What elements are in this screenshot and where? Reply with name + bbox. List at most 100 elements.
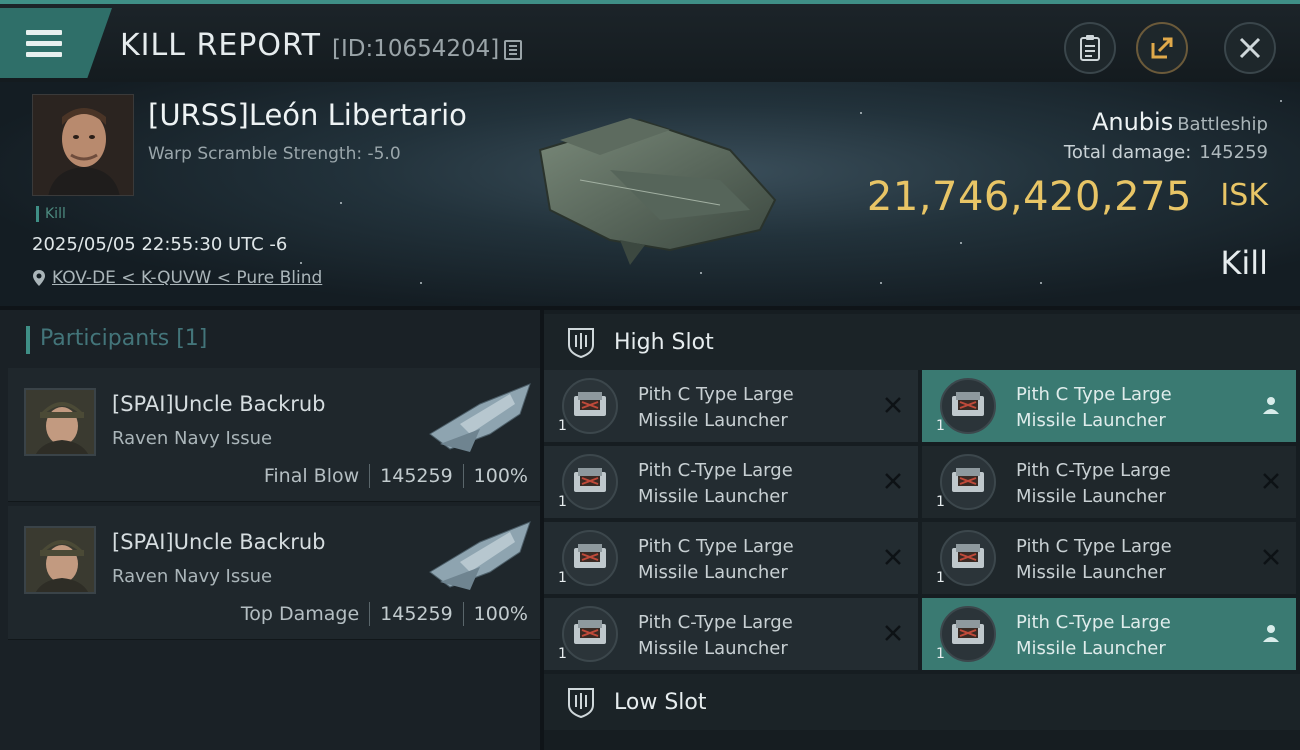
hamburger-menu-icon <box>26 30 62 58</box>
low-slot-icon <box>568 688 594 719</box>
module-quantity: 1 <box>936 646 945 662</box>
participant-row[interactable]: [SPAI]Uncle Backrub Raven Navy Issue Top… <box>8 506 540 640</box>
warp-scramble-strength: Warp Scramble Strength: -5.0 <box>148 144 401 164</box>
module-item[interactable]: 1 Pith C Type Large Missile Launcher <box>922 522 1296 594</box>
clipboard-button[interactable] <box>1064 22 1116 74</box>
missile-launcher-icon <box>562 378 618 434</box>
participant-name[interactable]: [SPAI]Uncle Backrub <box>112 530 326 554</box>
participant-role: Top Damage <box>240 603 360 625</box>
close-icon <box>885 397 901 413</box>
participant-ship-image <box>429 521 531 590</box>
kill-report-id: [ID:10654204] <box>332 36 500 62</box>
close-icon <box>885 549 901 565</box>
participant-stats: Final Blow 145259 100% <box>264 464 528 488</box>
missile-launcher-icon <box>940 606 996 662</box>
module-quantity: 1 <box>558 418 567 434</box>
kill-location[interactable]: KOV-DE < K-QUVW < Pure Blind <box>32 268 322 288</box>
copy-icon[interactable] <box>504 40 522 60</box>
module-quantity: 1 <box>558 646 567 662</box>
close-icon <box>1263 549 1279 565</box>
module-name-line1: Pith C Type Large <box>638 384 794 405</box>
isk-value: 21,746,420,275 <box>866 174 1192 220</box>
close-button[interactable] <box>1224 22 1276 74</box>
module-name-line1: Pith C Type Large <box>1016 384 1172 405</box>
module-name-line1: Pith C Type Large <box>638 536 794 557</box>
victim-portrait[interactable] <box>32 94 134 196</box>
module-item[interactable]: 1 Pith C-Type Large Missile Launcher <box>922 598 1296 670</box>
module-quantity: 1 <box>936 570 945 586</box>
ship-name[interactable]: Anubis <box>1092 108 1173 136</box>
module-quantity: 1 <box>558 494 567 510</box>
module-name: Pith C-Type Large Missile Launcher <box>1016 610 1246 662</box>
missile-launcher-icon <box>562 606 618 662</box>
module-name-line1: Pith C Type Large <box>1016 536 1172 557</box>
total-damage: Total damage: 145259 <box>1064 142 1268 163</box>
participant-row[interactable]: [SPAI]Uncle Backrub Raven Navy Issue Fin… <box>8 368 540 502</box>
participant-percent: 100% <box>473 465 528 487</box>
module-name-line1: Pith C-Type Large <box>638 460 793 481</box>
participant-avatar <box>24 526 96 594</box>
share-icon <box>1151 37 1173 59</box>
menu-button[interactable] <box>0 8 112 78</box>
kill-tag: Kill <box>36 206 66 222</box>
module-name-line2: Missile Launcher <box>1016 562 1166 583</box>
module-quantity: 1 <box>936 494 945 510</box>
participants-panel: Participants [1] [SPAI]Uncle Backrub Rav… <box>0 310 540 750</box>
module-item[interactable]: 1 Pith C Type Large Missile Launcher <box>922 370 1296 442</box>
module-item[interactable]: 1 Pith C-Type Large Missile Launcher <box>544 598 918 670</box>
participant-stats: Top Damage 145259 100% <box>241 602 528 626</box>
isk-unit: ISK <box>1220 178 1268 213</box>
participant-damage: 145259 <box>380 603 453 625</box>
module-name-line2: Missile Launcher <box>1016 410 1166 431</box>
module-name-line1: Pith C-Type Large <box>1016 460 1171 481</box>
module-name: Pith C-Type Large Missile Launcher <box>638 458 868 510</box>
victim-ship-image <box>538 118 777 265</box>
close-icon <box>1263 473 1279 489</box>
title-bar: KILL REPORT [ID:10654204] <box>0 0 1300 82</box>
module-name: Pith C-Type Large Missile Launcher <box>638 610 868 662</box>
close-icon <box>885 625 901 641</box>
victim-avatar <box>33 95 133 195</box>
participants-header[interactable]: Participants [1] <box>26 326 207 354</box>
ship-class: Battleship <box>1177 114 1268 135</box>
missile-launcher-icon <box>562 530 618 586</box>
high-slot-icon <box>568 328 594 359</box>
module-quantity: 1 <box>936 418 945 434</box>
total-damage-label: Total damage: <box>1063 142 1192 163</box>
module-name-line2: Missile Launcher <box>638 486 788 507</box>
total-damage-value: 145259 <box>1199 142 1268 163</box>
person-icon <box>1263 625 1279 642</box>
participant-ship[interactable]: Raven Navy Issue <box>112 428 272 449</box>
module-name-line2: Missile Launcher <box>638 410 788 431</box>
share-button[interactable] <box>1136 22 1188 74</box>
module-name-line1: Pith C-Type Large <box>638 612 793 633</box>
module-quantity: 1 <box>558 570 567 586</box>
participant-ship-image <box>429 383 531 452</box>
module-name: Pith C Type Large Missile Launcher <box>1016 382 1246 434</box>
high-slot-title: High Slot <box>614 329 714 355</box>
victim-summary: [URSS]León Libertario Warp Scramble Stre… <box>0 82 1300 306</box>
result-label: Kill <box>1220 244 1268 282</box>
location-link[interactable]: KOV-DE < K-QUVW < Pure Blind <box>52 268 322 288</box>
module-item[interactable]: 1 Pith C Type Large Missile Launcher <box>544 370 918 442</box>
high-slot-header[interactable]: High Slot <box>544 314 1300 370</box>
person-icon <box>1263 397 1279 414</box>
participant-role: Final Blow <box>263 465 360 487</box>
ship-type: Anubis Battleship <box>1092 108 1268 136</box>
module-name-line2: Missile Launcher <box>638 638 788 659</box>
module-name-line2: Missile Launcher <box>1016 486 1166 507</box>
victim-name[interactable]: [URSS]León Libertario <box>148 98 467 132</box>
low-slot-header[interactable]: Low Slot <box>544 674 1300 730</box>
module-item[interactable]: 1 Pith C Type Large Missile Launcher <box>544 522 918 594</box>
participant-damage: 145259 <box>380 465 453 487</box>
fitting-panel: High Slot 1 Pith C Type Large Missile Laun… <box>544 310 1300 750</box>
module-name-line2: Missile Launcher <box>638 562 788 583</box>
module-name: Pith C Type Large Missile Launcher <box>1016 534 1246 586</box>
participant-ship[interactable]: Raven Navy Issue <box>112 566 272 587</box>
clipboard-icon <box>1080 35 1100 61</box>
close-icon <box>1239 37 1261 59</box>
participant-name[interactable]: [SPAI]Uncle Backrub <box>112 392 326 416</box>
module-name: Pith C Type Large Missile Launcher <box>638 382 868 434</box>
module-item[interactable]: 1 Pith C-Type Large Missile Launcher <box>922 446 1296 518</box>
module-item[interactable]: 1 Pith C-Type Large Missile Launcher <box>544 446 918 518</box>
